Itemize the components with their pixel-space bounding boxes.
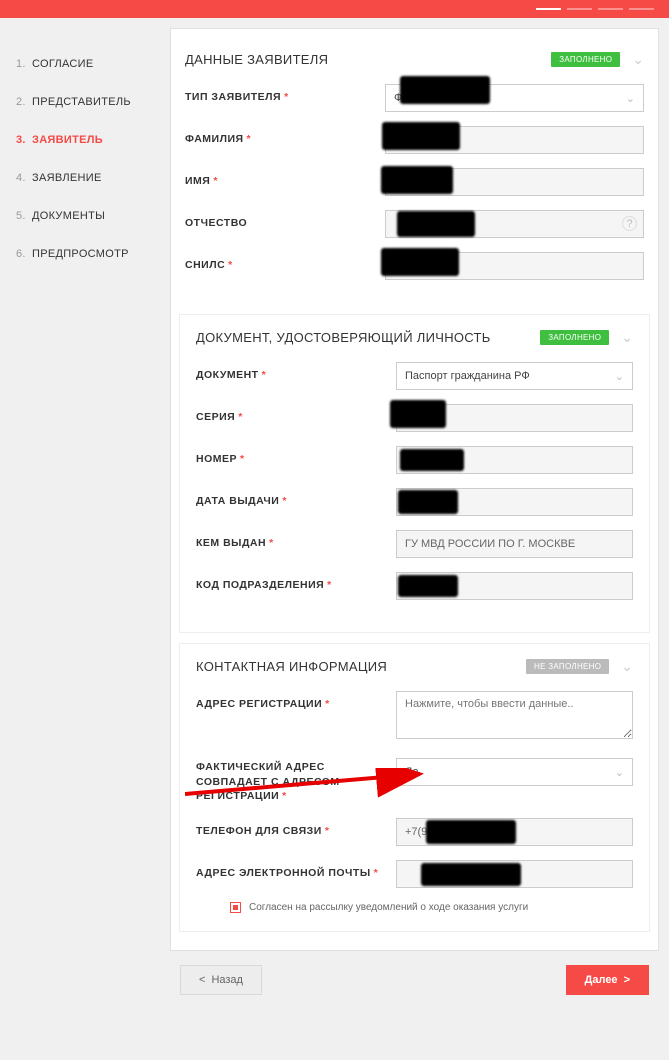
section-title: КОНТАКТНАЯ ИНФОРМАЦИЯ <box>196 659 526 674</box>
status-badge: ЗАПОЛНЕНО <box>540 330 609 345</box>
input-email[interactable] <box>396 860 633 888</box>
label-series: СЕРИЯ* <box>196 404 396 425</box>
input-patronymic[interactable] <box>385 210 644 238</box>
sidebar-item-documents[interactable]: 5.ДОКУМЕНТЫ <box>16 210 148 222</box>
next-button[interactable]: Далее> <box>566 965 649 995</box>
section-title: ДАННЫЕ ЗАЯВИТЕЛЯ <box>185 52 551 67</box>
sidebar: 1.СОГЛАСИЕ 2.ПРЕДСТАВИТЕЛЬ 3.ЗАЯВИТЕЛЬ 4… <box>0 18 160 1013</box>
chevron-left-icon: < <box>199 974 205 986</box>
label-snils: СНИЛС* <box>185 252 385 273</box>
input-series[interactable] <box>396 404 633 432</box>
section-title: ДОКУМЕНТ, УДОСТОВЕРЯЮЩИЙ ЛИЧНОСТЬ <box>196 330 540 345</box>
input-issued-by[interactable] <box>396 530 633 558</box>
consent-checkbox-row[interactable]: Согласен на рассылку уведомлений о ходе … <box>230 902 633 913</box>
form-panel: ДАННЫЕ ЗАЯВИТЕЛЯ ЗАПОЛНЕНО ⌄ ТИП ЗАЯВИТЕ… <box>170 28 659 951</box>
chevron-down-icon[interactable]: ⌄ <box>621 658 633 675</box>
help-icon[interactable]: ? <box>622 216 637 231</box>
input-snils[interactable] <box>385 252 644 280</box>
step-indicator <box>536 8 561 10</box>
label-patronymic: ОТЧЕСТВО <box>185 210 385 231</box>
label-dept-code: КОД ПОДРАЗДЕЛЕНИЯ* <box>196 572 396 593</box>
section-contact: КОНТАКТНАЯ ИНФОРМАЦИЯ НЕ ЗАПОЛНЕНО ⌄ АДР… <box>179 643 650 932</box>
chevron-down-icon: ⌄ <box>615 370 624 383</box>
progress-steps <box>536 8 654 10</box>
chevron-down-icon[interactable]: ⌄ <box>621 329 633 346</box>
sidebar-item-representative[interactable]: 2.ПРЕДСТАВИТЕЛЬ <box>16 96 148 108</box>
step-indicator <box>567 8 592 10</box>
label-phone: ТЕЛЕФОН ДЛЯ СВЯЗИ* <box>196 818 396 839</box>
sidebar-item-preview[interactable]: 6.ПРЕДПРОСМОТР <box>16 248 148 260</box>
chevron-down-icon[interactable]: ⌄ <box>632 51 644 68</box>
select-same-address[interactable]: Да⌄ <box>396 758 633 786</box>
checkbox-icon <box>230 902 241 913</box>
chevron-right-icon: > <box>624 974 630 986</box>
input-phone[interactable] <box>396 818 633 846</box>
sidebar-item-consent[interactable]: 1.СОГЛАСИЕ <box>16 58 148 70</box>
select-applicant-type[interactable]: Физическ⌄ <box>385 84 644 112</box>
input-dept-code[interactable] <box>396 572 633 600</box>
textarea-reg-address[interactable] <box>396 691 633 739</box>
section-applicant: ДАННЫЕ ЗАЯВИТЕЛЯ ЗАПОЛНЕНО ⌄ ТИП ЗАЯВИТЕ… <box>179 37 650 304</box>
label-email: АДРЕС ЭЛЕКТРОННОЙ ПОЧТЫ* <box>196 860 396 881</box>
label-firstname: ИМЯ* <box>185 168 385 189</box>
chevron-down-icon: ⌄ <box>615 766 624 779</box>
step-indicator <box>629 8 654 10</box>
input-firstname[interactable] <box>385 168 644 196</box>
status-badge: НЕ ЗАПОЛНЕНО <box>526 659 609 674</box>
sidebar-item-applicant[interactable]: 3.ЗАЯВИТЕЛЬ <box>16 134 148 146</box>
label-applicant-type: ТИП ЗАЯВИТЕЛЯ* <box>185 84 385 105</box>
back-button[interactable]: <Назад <box>180 965 262 995</box>
page-header <box>0 0 669 18</box>
input-lastname[interactable] <box>385 126 644 154</box>
label-lastname: ФАМИЛИЯ* <box>185 126 385 147</box>
chevron-down-icon: ⌄ <box>626 92 635 105</box>
label-document: ДОКУМЕНТ* <box>196 362 396 383</box>
label-number: НОМЕР* <box>196 446 396 467</box>
consent-text: Согласен на рассылку уведомлений о ходе … <box>249 902 528 913</box>
section-identity: ДОКУМЕНТ, УДОСТОВЕРЯЮЩИЙ ЛИЧНОСТЬ ЗАПОЛН… <box>179 314 650 633</box>
label-reg-address: АДРЕС РЕГИСТРАЦИИ* <box>196 691 396 712</box>
input-issue-date[interactable] <box>396 488 633 516</box>
sidebar-item-application[interactable]: 4.ЗАЯВЛЕНИЕ <box>16 172 148 184</box>
input-number[interactable] <box>396 446 633 474</box>
status-badge: ЗАПОЛНЕНО <box>551 52 620 67</box>
label-issue-date: ДАТА ВЫДАЧИ* <box>196 488 396 509</box>
step-indicator <box>598 8 623 10</box>
select-document-type[interactable]: Паспорт гражданина РФ⌄ <box>396 362 633 390</box>
label-same-address: ФАКТИЧЕСКИЙ АДРЕС СОВПАДАЕТ С АДРЕСОМ РЕ… <box>196 758 396 804</box>
label-issued-by: КЕМ ВЫДАН* <box>196 530 396 551</box>
